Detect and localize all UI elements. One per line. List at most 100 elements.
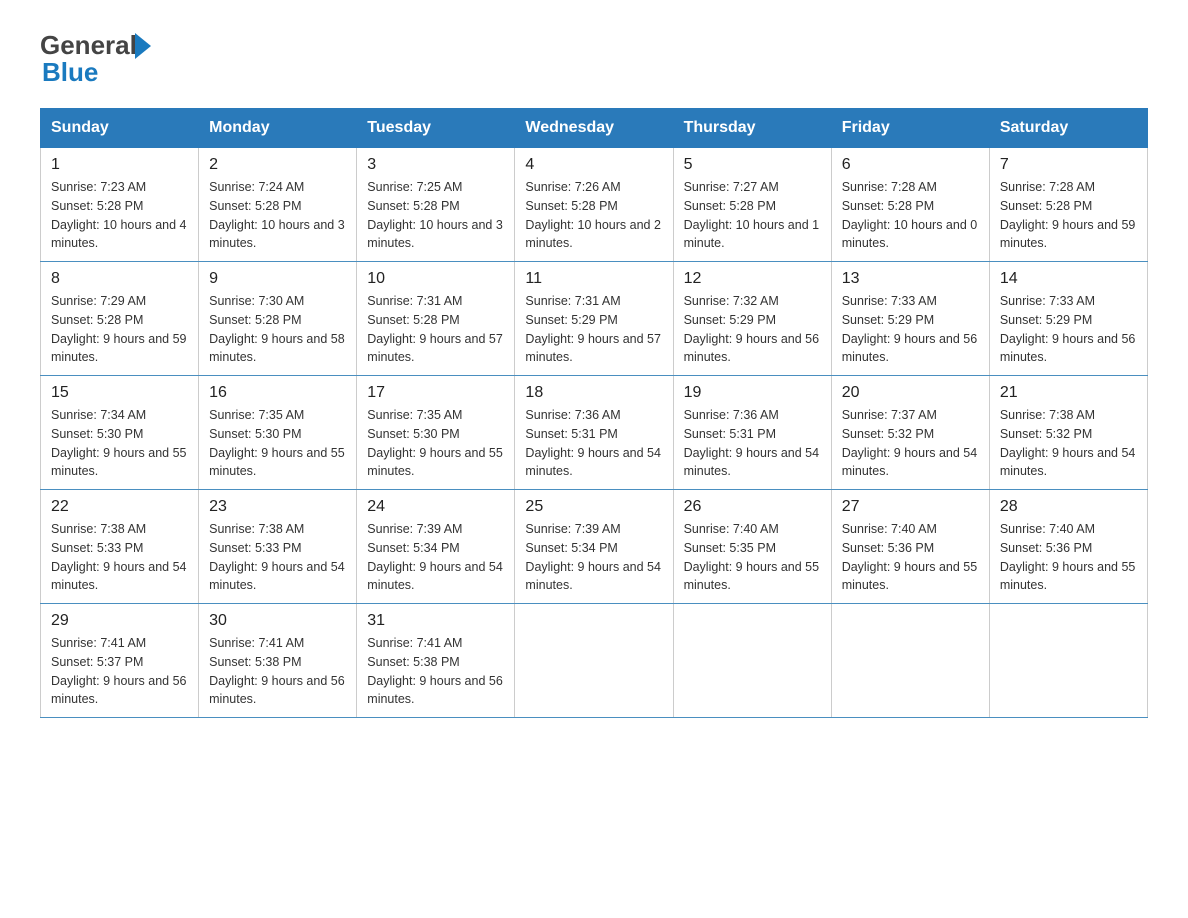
day-number: 19 [684, 384, 821, 402]
calendar-cell: 16 Sunrise: 7:35 AMSunset: 5:30 PMDaylig… [199, 376, 357, 490]
calendar-header-saturday: Saturday [989, 109, 1147, 148]
calendar-header-row: SundayMondayTuesdayWednesdayThursdayFrid… [41, 109, 1148, 148]
calendar-week-row: 15 Sunrise: 7:34 AMSunset: 5:30 PMDaylig… [41, 376, 1148, 490]
calendar-cell: 15 Sunrise: 7:34 AMSunset: 5:30 PMDaylig… [41, 376, 199, 490]
day-number: 13 [842, 270, 979, 288]
calendar-cell: 24 Sunrise: 7:39 AMSunset: 5:34 PMDaylig… [357, 490, 515, 604]
day-info: Sunrise: 7:38 AMSunset: 5:33 PMDaylight:… [209, 522, 345, 592]
day-info: Sunrise: 7:31 AMSunset: 5:28 PMDaylight:… [367, 294, 503, 364]
calendar-cell: 19 Sunrise: 7:36 AMSunset: 5:31 PMDaylig… [673, 376, 831, 490]
day-info: Sunrise: 7:40 AMSunset: 5:36 PMDaylight:… [1000, 522, 1136, 592]
day-info: Sunrise: 7:34 AMSunset: 5:30 PMDaylight:… [51, 408, 187, 478]
calendar-cell: 23 Sunrise: 7:38 AMSunset: 5:33 PMDaylig… [199, 490, 357, 604]
day-number: 12 [684, 270, 821, 288]
logo-blue-text: Blue [42, 57, 98, 88]
day-number: 3 [367, 156, 504, 174]
day-info: Sunrise: 7:35 AMSunset: 5:30 PMDaylight:… [209, 408, 345, 478]
day-number: 9 [209, 270, 346, 288]
day-number: 22 [51, 498, 188, 516]
day-number: 17 [367, 384, 504, 402]
calendar-cell: 13 Sunrise: 7:33 AMSunset: 5:29 PMDaylig… [831, 262, 989, 376]
calendar-cell: 22 Sunrise: 7:38 AMSunset: 5:33 PMDaylig… [41, 490, 199, 604]
day-number: 16 [209, 384, 346, 402]
calendar-cell: 20 Sunrise: 7:37 AMSunset: 5:32 PMDaylig… [831, 376, 989, 490]
calendar-cell: 5 Sunrise: 7:27 AMSunset: 5:28 PMDayligh… [673, 148, 831, 262]
day-info: Sunrise: 7:32 AMSunset: 5:29 PMDaylight:… [684, 294, 820, 364]
day-number: 24 [367, 498, 504, 516]
calendar-cell [673, 604, 831, 718]
calendar-cell: 17 Sunrise: 7:35 AMSunset: 5:30 PMDaylig… [357, 376, 515, 490]
day-number: 4 [525, 156, 662, 174]
calendar-cell: 14 Sunrise: 7:33 AMSunset: 5:29 PMDaylig… [989, 262, 1147, 376]
day-number: 2 [209, 156, 346, 174]
day-info: Sunrise: 7:29 AMSunset: 5:28 PMDaylight:… [51, 294, 187, 364]
calendar-cell: 31 Sunrise: 7:41 AMSunset: 5:38 PMDaylig… [357, 604, 515, 718]
day-info: Sunrise: 7:27 AMSunset: 5:28 PMDaylight:… [684, 180, 820, 250]
logo-triangle-icon [135, 33, 151, 59]
day-info: Sunrise: 7:35 AMSunset: 5:30 PMDaylight:… [367, 408, 503, 478]
day-number: 5 [684, 156, 821, 174]
calendar-header-friday: Friday [831, 109, 989, 148]
calendar-cell: 9 Sunrise: 7:30 AMSunset: 5:28 PMDayligh… [199, 262, 357, 376]
day-info: Sunrise: 7:23 AMSunset: 5:28 PMDaylight:… [51, 180, 187, 250]
day-number: 20 [842, 384, 979, 402]
day-number: 11 [525, 270, 662, 288]
day-info: Sunrise: 7:31 AMSunset: 5:29 PMDaylight:… [525, 294, 661, 364]
day-info: Sunrise: 7:24 AMSunset: 5:28 PMDaylight:… [209, 180, 345, 250]
day-info: Sunrise: 7:33 AMSunset: 5:29 PMDaylight:… [1000, 294, 1136, 364]
day-info: Sunrise: 7:38 AMSunset: 5:32 PMDaylight:… [1000, 408, 1136, 478]
day-info: Sunrise: 7:40 AMSunset: 5:35 PMDaylight:… [684, 522, 820, 592]
day-info: Sunrise: 7:25 AMSunset: 5:28 PMDaylight:… [367, 180, 503, 250]
day-number: 7 [1000, 156, 1137, 174]
calendar-cell: 25 Sunrise: 7:39 AMSunset: 5:34 PMDaylig… [515, 490, 673, 604]
calendar-cell: 4 Sunrise: 7:26 AMSunset: 5:28 PMDayligh… [515, 148, 673, 262]
calendar-week-row: 8 Sunrise: 7:29 AMSunset: 5:28 PMDayligh… [41, 262, 1148, 376]
calendar-body: 1 Sunrise: 7:23 AMSunset: 5:28 PMDayligh… [41, 148, 1148, 718]
calendar-cell: 10 Sunrise: 7:31 AMSunset: 5:28 PMDaylig… [357, 262, 515, 376]
day-info: Sunrise: 7:41 AMSunset: 5:38 PMDaylight:… [367, 636, 503, 706]
day-number: 27 [842, 498, 979, 516]
day-number: 31 [367, 612, 504, 630]
calendar-cell [989, 604, 1147, 718]
calendar-cell: 18 Sunrise: 7:36 AMSunset: 5:31 PMDaylig… [515, 376, 673, 490]
day-info: Sunrise: 7:39 AMSunset: 5:34 PMDaylight:… [525, 522, 661, 592]
calendar-header-wednesday: Wednesday [515, 109, 673, 148]
day-info: Sunrise: 7:39 AMSunset: 5:34 PMDaylight:… [367, 522, 503, 592]
calendar-cell [831, 604, 989, 718]
calendar-header-sunday: Sunday [41, 109, 199, 148]
calendar-cell: 1 Sunrise: 7:23 AMSunset: 5:28 PMDayligh… [41, 148, 199, 262]
day-number: 8 [51, 270, 188, 288]
day-info: Sunrise: 7:40 AMSunset: 5:36 PMDaylight:… [842, 522, 978, 592]
day-info: Sunrise: 7:33 AMSunset: 5:29 PMDaylight:… [842, 294, 978, 364]
page-header: General Blue [40, 30, 1148, 88]
day-number: 1 [51, 156, 188, 174]
calendar-cell: 30 Sunrise: 7:41 AMSunset: 5:38 PMDaylig… [199, 604, 357, 718]
calendar-week-row: 29 Sunrise: 7:41 AMSunset: 5:37 PMDaylig… [41, 604, 1148, 718]
day-number: 10 [367, 270, 504, 288]
day-info: Sunrise: 7:36 AMSunset: 5:31 PMDaylight:… [684, 408, 820, 478]
logo-area: General Blue [40, 30, 151, 88]
day-info: Sunrise: 7:36 AMSunset: 5:31 PMDaylight:… [525, 408, 661, 478]
day-number: 21 [1000, 384, 1137, 402]
calendar-cell: 8 Sunrise: 7:29 AMSunset: 5:28 PMDayligh… [41, 262, 199, 376]
day-number: 25 [525, 498, 662, 516]
day-number: 26 [684, 498, 821, 516]
day-number: 23 [209, 498, 346, 516]
day-info: Sunrise: 7:38 AMSunset: 5:33 PMDaylight:… [51, 522, 187, 592]
calendar-cell: 6 Sunrise: 7:28 AMSunset: 5:28 PMDayligh… [831, 148, 989, 262]
day-number: 15 [51, 384, 188, 402]
day-number: 29 [51, 612, 188, 630]
day-number: 18 [525, 384, 662, 402]
calendar-cell: 3 Sunrise: 7:25 AMSunset: 5:28 PMDayligh… [357, 148, 515, 262]
calendar-cell: 29 Sunrise: 7:41 AMSunset: 5:37 PMDaylig… [41, 604, 199, 718]
day-number: 30 [209, 612, 346, 630]
day-info: Sunrise: 7:41 AMSunset: 5:37 PMDaylight:… [51, 636, 187, 706]
calendar-week-row: 1 Sunrise: 7:23 AMSunset: 5:28 PMDayligh… [41, 148, 1148, 262]
calendar-header-monday: Monday [199, 109, 357, 148]
calendar-cell: 12 Sunrise: 7:32 AMSunset: 5:29 PMDaylig… [673, 262, 831, 376]
calendar-cell: 11 Sunrise: 7:31 AMSunset: 5:29 PMDaylig… [515, 262, 673, 376]
calendar-cell: 28 Sunrise: 7:40 AMSunset: 5:36 PMDaylig… [989, 490, 1147, 604]
calendar-header-tuesday: Tuesday [357, 109, 515, 148]
calendar-header-thursday: Thursday [673, 109, 831, 148]
calendar-cell [515, 604, 673, 718]
